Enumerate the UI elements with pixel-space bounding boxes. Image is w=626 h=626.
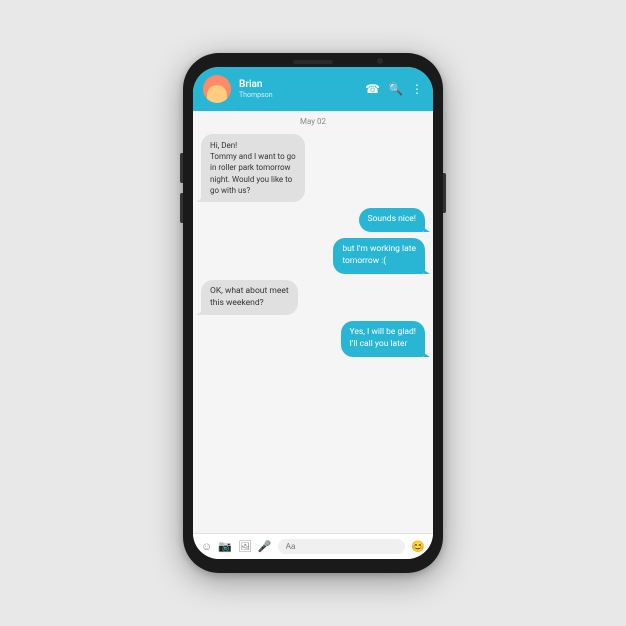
message-sent-3: Yes, I will be glad! I'll call you later [341, 321, 425, 357]
contact-sub: Thompson [239, 91, 357, 99]
message-input[interactable] [278, 539, 406, 554]
mic-icon[interactable]: 🎤 [258, 540, 272, 553]
chat-input-area: ☺ 📷 🖼 🎤 😊 [193, 533, 433, 559]
camera [377, 58, 383, 64]
image-icon[interactable]: 🖼 [238, 540, 252, 553]
phone: Brian Thompson ☎ 🔍 ⋮ May 02 Hi, Den! Tom… [183, 53, 443, 573]
more-icon[interactable]: ⋮ [411, 82, 423, 96]
header-icons: ☎ 🔍 ⋮ [365, 82, 423, 96]
chat-header: Brian Thompson ☎ 🔍 ⋮ [193, 67, 433, 111]
smiley-icon[interactable]: 😊 [411, 540, 425, 553]
avatar-face [207, 85, 227, 103]
phone-body: Brian Thompson ☎ 🔍 ⋮ May 02 Hi, Den! Tom… [183, 53, 443, 573]
phone-screen: Brian Thompson ☎ 🔍 ⋮ May 02 Hi, Den! Tom… [193, 67, 433, 559]
emoji-icon[interactable]: ☺ [201, 540, 212, 553]
message-sent-1: Sounds nice! [359, 208, 425, 232]
message-received-2: OK, what about meet this weekend? [201, 280, 298, 316]
speaker [293, 60, 333, 64]
contact-name: Brian [239, 79, 357, 91]
phone-icon[interactable]: ☎ [365, 82, 380, 96]
message-sent-2: but I'm working late tomorrow :( [333, 238, 425, 274]
search-icon[interactable]: 🔍 [388, 82, 403, 96]
messages-area: Hi, Den! Tommy and I want to go in rolle… [193, 130, 433, 533]
camera-icon[interactable]: 📷 [218, 540, 232, 553]
date-divider: May 02 [193, 111, 433, 130]
message-received-1: Hi, Den! Tommy and I want to go in rolle… [201, 134, 305, 202]
avatar [203, 75, 231, 103]
contact-info: Brian Thompson [239, 79, 357, 99]
